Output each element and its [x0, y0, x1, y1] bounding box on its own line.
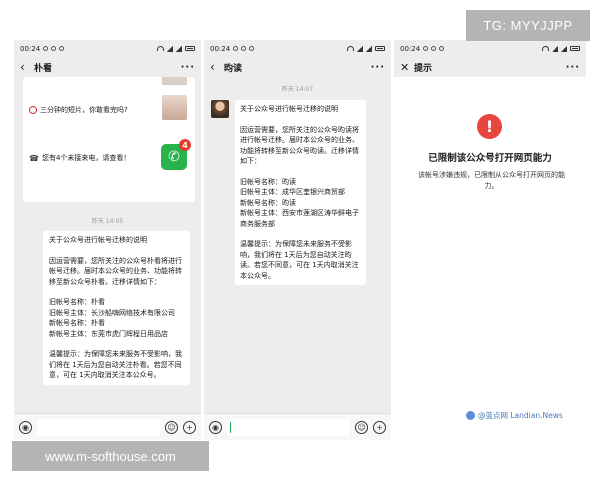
- promo-text: 您有4个未接来电，请查看！: [41, 154, 131, 162]
- notification-icon: [249, 46, 255, 51]
- battery-icon: [570, 46, 580, 51]
- signal-icon: [366, 45, 372, 52]
- status-time: 00:24: [210, 44, 231, 53]
- message-line: 新帐号名称：昀读: [240, 198, 296, 207]
- source-watermark: @蓝点网 Landian.News: [466, 410, 563, 421]
- more-options-icon[interactable]: ···: [181, 62, 195, 73]
- status-time: 00:24: [20, 44, 41, 53]
- message-line: 温馨提示：为保障您未来服务不受影响，我们将在 1天后为您自动关注朴看。若您不同意…: [49, 350, 182, 379]
- promo-text: 三分钟的短片，你敢看完吗?: [40, 106, 128, 114]
- input-bar: ◉ ☺ +: [14, 413, 201, 440]
- message-line: 新帐号主体：西安市莲湖区涛华鲜电子商务服务部: [240, 209, 359, 228]
- message-line: 旧帐号主体：长沙船嗨网络技术有限公司: [49, 308, 175, 317]
- missed-call-badge: 4: [179, 139, 191, 151]
- message-line: 因运营需要，您所关注的公众号朴看将进行帐号迁移。届时本公众号的业务、功能将转移至…: [49, 256, 182, 286]
- status-bar: 00:24: [394, 40, 586, 57]
- notification-icon: [43, 46, 49, 51]
- chat-screen-yundu: 00:24 ‹ 昀读 ··· 昨天 14:07 关于公众号进行帐号迁移的说明 因…: [204, 40, 391, 440]
- message-line: 新帐号名称：朴看: [49, 319, 105, 327]
- plus-icon[interactable]: +: [183, 420, 196, 434]
- red-circle-icon: [29, 106, 37, 114]
- more-options-icon[interactable]: ···: [371, 62, 385, 73]
- emoji-icon[interactable]: ☺: [165, 420, 178, 434]
- status-time: 00:24: [400, 44, 421, 53]
- message-line: 旧帐号名称：昀读: [240, 177, 296, 186]
- message-bubble[interactable]: 关于公众号进行帐号迁移的说明 因运营需要，您所关注的公众号昀读将进行帐号迁移。届…: [235, 100, 366, 285]
- notification-icon: [59, 46, 65, 51]
- plus-icon[interactable]: +: [373, 420, 386, 434]
- restriction-notice-screen: 00:24 ✕ 提示 ··· ! 已限制该公众号打开网页能力 该帐号涉嫌违规，已…: [394, 40, 586, 440]
- back-arrow-icon[interactable]: ‹: [210, 60, 224, 74]
- signal-icon: [167, 45, 173, 52]
- back-arrow-icon[interactable]: ‹: [20, 60, 34, 74]
- message-input[interactable]: [227, 418, 350, 436]
- message-line: 关于公众号进行帐号迁移的说明: [240, 105, 338, 113]
- voice-icon[interactable]: ◉: [19, 420, 32, 434]
- message-line: 旧帐号名称：朴看: [49, 298, 105, 306]
- avatar[interactable]: [211, 100, 229, 118]
- message-line: 因运营需要，您所关注的公众号昀读将进行帐号迁移。届时本公众号的业务、功能将转移至…: [240, 125, 359, 166]
- promo-item-calls[interactable]: ☎ 您有4个未接来电，请查看！: [29, 153, 130, 163]
- signal-icon: [357, 45, 363, 52]
- notification-icon: [51, 46, 57, 51]
- message-line: 旧帐号主体：成华区奎银兴商贸部: [240, 188, 345, 196]
- promo-image: [162, 95, 187, 120]
- page-navbar: ✕ 提示 ···: [394, 57, 586, 77]
- emoji-icon[interactable]: ☺: [355, 420, 368, 434]
- wifi-icon: [347, 46, 354, 51]
- more-options-icon[interactable]: ···: [566, 62, 580, 73]
- input-bar: ◉ ☺ +: [204, 413, 391, 440]
- telegram-watermark: TG: MYYJJPP: [466, 10, 590, 41]
- warning-icon: !: [477, 114, 502, 139]
- chat-title: 昀读: [224, 63, 243, 74]
- timestamp: 昨天 14:05: [91, 218, 124, 225]
- wifi-icon: [157, 46, 164, 51]
- battery-icon: [375, 46, 385, 51]
- promo-card[interactable]: 三分钟的短片，你敢看完吗? ☎ 您有4个未接来电，请查看！ ✆ 4: [23, 77, 195, 202]
- promo-thumbnail: [162, 77, 187, 85]
- telephone-icon: ☎: [29, 153, 39, 163]
- close-icon[interactable]: ✕: [400, 61, 414, 74]
- message-bubble[interactable]: 关于公众号进行帐号迁移的说明 因运营需要，您所关注的公众号朴看将进行帐号迁移。届…: [43, 231, 190, 385]
- notification-icon: [233, 46, 239, 51]
- site-watermark: www.m-softhouse.com: [12, 441, 209, 471]
- status-bar: 00:24: [204, 40, 391, 57]
- page-title: 提示: [414, 63, 433, 74]
- battery-icon: [185, 46, 195, 51]
- wifi-icon: [542, 46, 549, 51]
- promo-item-video[interactable]: 三分钟的短片，你敢看完吗?: [29, 105, 128, 115]
- chat-navbar: ‹ 朴看 ···: [14, 57, 201, 77]
- notification-icon: [431, 46, 437, 51]
- chat-screen-pukan: 00:24 ‹ 朴看 ··· 三分钟的短片，你敢看完吗? ☎ 您有4个未接来电，…: [14, 40, 201, 440]
- text-caret: [230, 421, 231, 433]
- chat-navbar: ‹ 昀读 ···: [204, 57, 391, 77]
- voice-icon[interactable]: ◉: [209, 420, 222, 434]
- notice-body: 该帐号涉嫌违规，已限制从公众号打开网页的能力。: [418, 171, 565, 190]
- message-line: 新帐号主体：东莞市虎门辉程日用品店: [49, 329, 168, 338]
- message-line: 温馨提示：为保障您未来服务不受影响，我们将在 1天后为您自动关注昀读。若您不同意…: [240, 240, 359, 280]
- avatar[interactable]: [22, 226, 38, 242]
- notification-icon: [241, 46, 247, 51]
- source-text: @蓝点网 Landian.News: [478, 411, 563, 420]
- chat-title: 朴看: [34, 63, 53, 74]
- landian-logo-icon: [466, 411, 475, 420]
- signal-icon: [552, 45, 558, 52]
- signal-icon: [561, 45, 567, 52]
- signal-icon: [176, 45, 182, 52]
- timestamp: 昨天 14:07: [281, 86, 314, 93]
- status-bar: 00:24: [14, 40, 201, 57]
- notification-icon: [423, 46, 429, 51]
- message-line: 关于公众号进行帐号迁移的说明: [49, 236, 147, 244]
- notification-icon: [439, 46, 445, 51]
- notice-heading: 已限制该公众号打开网页能力: [428, 153, 552, 164]
- message-input[interactable]: [37, 418, 160, 436]
- phone-app-icon: ✆ 4: [161, 139, 191, 170]
